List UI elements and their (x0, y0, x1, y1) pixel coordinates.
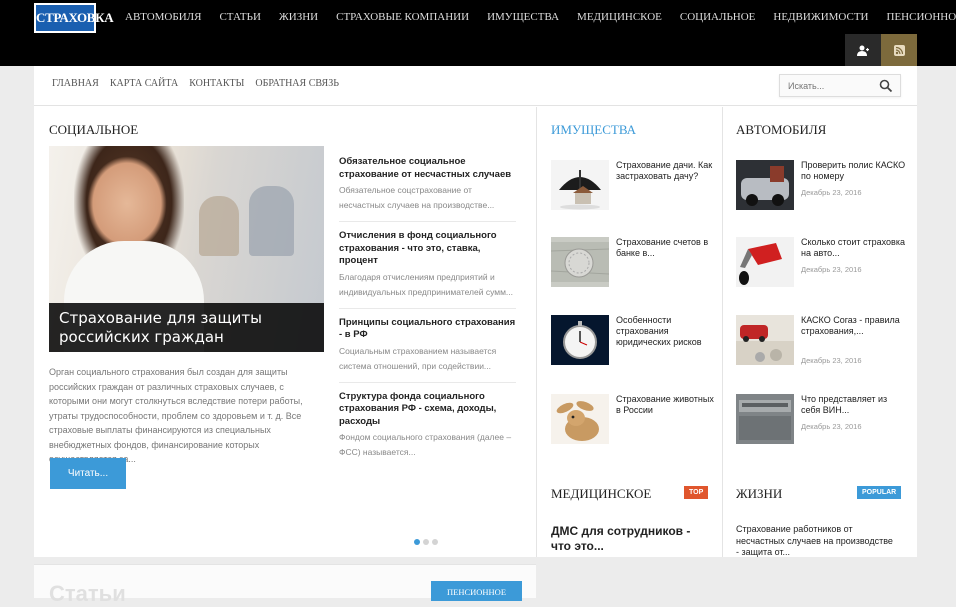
subnav-sitemap[interactable]: Карта сайта (110, 78, 178, 89)
list-item: Отчисления в фонд социального страховани… (339, 230, 516, 309)
subnav-feedback[interactable]: Обратная связь (255, 78, 339, 89)
section-title-social: Социальное (49, 122, 138, 138)
news-title[interactable]: Обязательное социальное страхование от н… (339, 156, 516, 181)
slider-dot[interactable] (414, 539, 420, 545)
sub-nav: Главная Карта сайта Контакты Обратная св… (34, 66, 917, 106)
site-logo[interactable]: СТРАХОВКА (34, 3, 96, 33)
car-money-image[interactable] (736, 315, 794, 365)
auto-link[interactable]: Сколько стоит страховка на авто... (801, 237, 906, 259)
property-link[interactable]: Особенности страхования юридических риск… (616, 315, 721, 348)
subnav-contacts[interactable]: Контакты (189, 78, 244, 89)
nav-item-life[interactable]: Жизни (270, 0, 327, 34)
nav-item-auto[interactable]: Автомобиля (116, 0, 210, 34)
news-title[interactable]: Структура фонда социального страхования … (339, 391, 516, 429)
fuel-nozzle-image[interactable] (736, 237, 794, 287)
list-item: Обязательное социальное страхование от н… (339, 156, 516, 222)
news-excerpt: Фондом социального страхования (далее – … (339, 430, 516, 460)
feature-excerpt: Орган социального страхования был создан… (49, 365, 321, 467)
list-item: Проверить полис КАСКО по номеру Декабрь … (736, 160, 906, 218)
coin-banknote-image[interactable] (551, 237, 609, 287)
subnav-home[interactable]: Главная (52, 78, 99, 89)
section-title-property: Имущества (551, 122, 636, 138)
post-date: Декабрь 23, 2016 (801, 265, 862, 274)
medical-link[interactable]: ДМС для сотрудников - что это... (551, 524, 711, 554)
main-nav: Автомобиля Статьи Жизни Страховые компан… (116, 0, 956, 34)
news-title[interactable]: Отчисления в фонд социального страховани… (339, 230, 516, 268)
bottom-strip: Статьи Пенсионное (34, 564, 536, 598)
list-item: Страхование счетов в банке в... (551, 237, 721, 295)
main-container: Главная Карта сайта Контакты Обратная св… (34, 66, 917, 557)
social-news-list: Обязательное социальное страхование от н… (339, 156, 516, 476)
section-title-auto: Автомобиля (736, 122, 826, 138)
nav-item-realty[interactable]: Недвижимости (764, 0, 877, 34)
property-link[interactable]: Страхование счетов в банке в... (616, 237, 721, 259)
list-item: Что представляет из себя ВИН... Декабрь … (736, 394, 906, 452)
list-item: Страхование животных в России (551, 394, 721, 452)
nav-item-pension[interactable]: Пенсионное (878, 0, 956, 34)
nav-item-articles[interactable]: Статьи (210, 0, 269, 34)
feature-caption[interactable]: Страхование для защиты российских гражда… (49, 303, 324, 352)
post-date: Декабрь 23, 2016 (801, 188, 862, 197)
auto-link[interactable]: Проверить полис КАСКО по номеру (801, 160, 906, 182)
column-divider (536, 107, 537, 557)
read-more-button[interactable]: Читать... (50, 458, 126, 489)
slider-dots (414, 539, 441, 545)
popular-badge: POPULAR (857, 486, 901, 499)
life-link[interactable]: Страхование работников от несчастных слу… (736, 524, 896, 559)
vin-plate-image[interactable] (736, 394, 794, 444)
column-divider (722, 107, 723, 557)
news-title[interactable]: Принципы социального страхования - в РФ (339, 317, 516, 342)
rss-icon (894, 45, 905, 56)
post-date: Декабрь 23, 2016 (801, 356, 862, 365)
news-excerpt: Социальным страхованием называется систе… (339, 344, 516, 374)
auto-link[interactable]: КАСКО Согаз - правила страхования,... (801, 315, 906, 337)
social-section: Социальное Страхование для защиты россий… (34, 107, 536, 557)
stopwatch-image[interactable] (551, 315, 609, 365)
umbrella-house-image[interactable] (551, 160, 609, 210)
list-item: Структура фонда социального страхования … (339, 391, 516, 469)
search-box (779, 74, 901, 97)
slider-dot[interactable] (423, 539, 429, 545)
user-button[interactable] (845, 34, 881, 66)
post-date: Декабрь 23, 2016 (801, 422, 862, 431)
rabbit-image[interactable] (551, 394, 609, 444)
list-item: Страхование дачи. Как застраховать дачу? (551, 160, 721, 218)
section-title-life: Жизни (736, 486, 782, 502)
nav-item-property[interactable]: Имущества (478, 0, 568, 34)
nav-item-medical[interactable]: Медицинское (568, 0, 671, 34)
top-bar: СТРАХОВКА Автомобиля Статьи Жизни Страхо… (0, 0, 956, 66)
rss-button[interactable] (881, 34, 917, 66)
top-badge: TOP (684, 486, 708, 499)
articles-heading: Статьи (49, 581, 126, 607)
list-item: Особенности страхования юридических риск… (551, 315, 721, 373)
news-excerpt: Благодаря отчислениям предприятий и инди… (339, 270, 516, 300)
user-icon (857, 45, 869, 56)
search-icon[interactable] (879, 79, 893, 93)
list-item: КАСКО Согаз - правила страхования,... Де… (736, 315, 906, 373)
slider-dot[interactable] (432, 539, 438, 545)
property-link[interactable]: Страхование дачи. Как застраховать дачу? (616, 160, 721, 182)
nav-item-social[interactable]: Социальное (671, 0, 765, 34)
property-link[interactable]: Страхование животных в России (616, 394, 721, 416)
section-title-medical: Медицинское (551, 486, 651, 502)
list-item: Принципы социального страхования - в РФ … (339, 317, 516, 383)
news-excerpt: Обязательное соцстрахование от несчастны… (339, 183, 516, 213)
list-item: Сколько стоит страховка на авто... Декаб… (736, 237, 906, 295)
search-input[interactable] (788, 79, 874, 93)
pension-tab-button[interactable]: Пенсионное (431, 581, 522, 601)
nav-item-companies[interactable]: Страховые компании (327, 0, 478, 34)
car-inspection-image[interactable] (736, 160, 794, 210)
auto-link[interactable]: Что представляет из себя ВИН... (801, 394, 906, 416)
